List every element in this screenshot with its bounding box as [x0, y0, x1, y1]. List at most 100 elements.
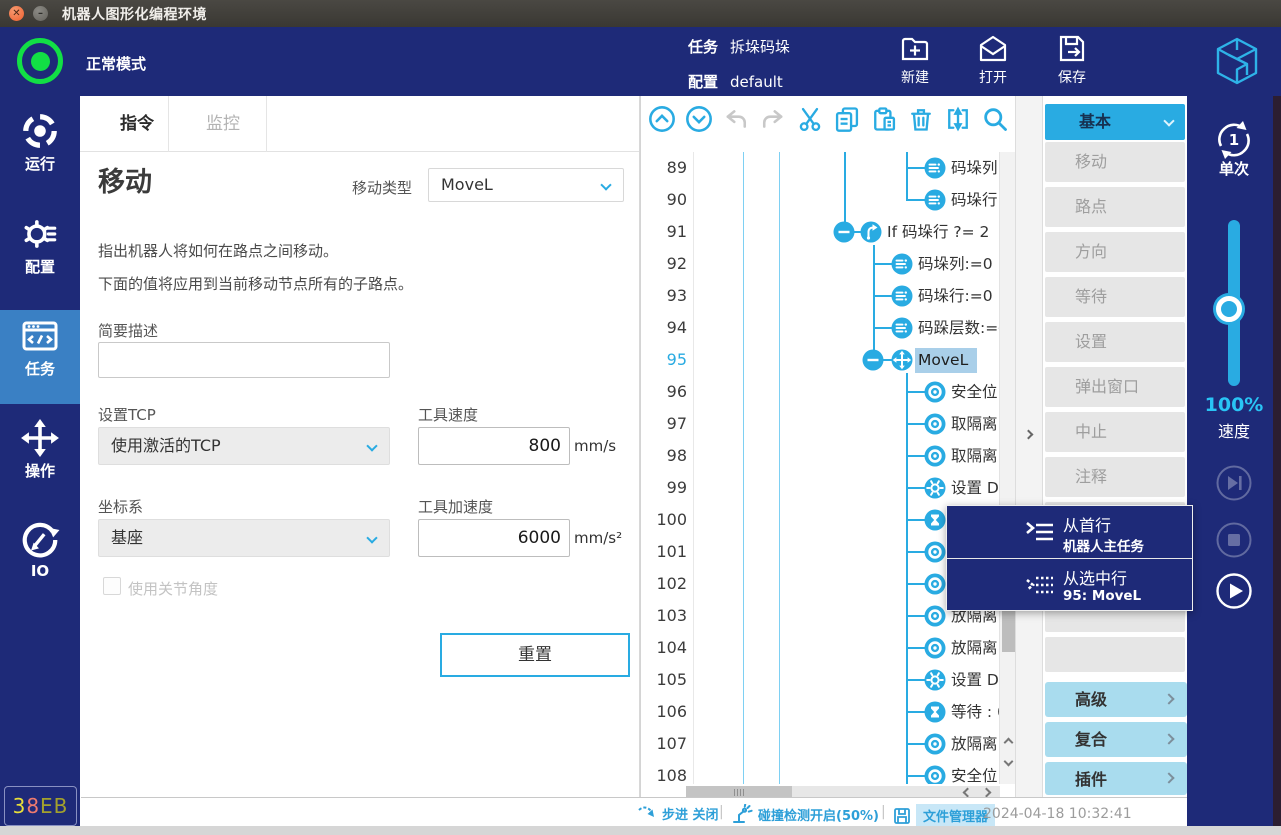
paste-icon[interactable]	[870, 105, 898, 133]
line-number: 99	[641, 472, 687, 504]
status-bar: 步进 关闭 | 碰撞检测开启(50%) | 文件管理器 2024-04-18 1…	[81, 797, 1187, 826]
speed-slider-knob[interactable]	[1216, 296, 1242, 322]
redo-icon[interactable]	[759, 105, 787, 133]
page-title: 移动	[98, 160, 152, 199]
nav-item-run[interactable]: 运行	[0, 105, 80, 199]
brief-input[interactable]	[98, 342, 390, 378]
copy-icon[interactable]	[833, 105, 861, 133]
code-window-icon	[0, 316, 80, 356]
assign-node-icon	[891, 317, 913, 339]
stop-button[interactable]	[1216, 522, 1252, 558]
tool-accel-input[interactable]	[418, 519, 570, 557]
loop-count: 1	[1212, 131, 1256, 149]
tab-monitor[interactable]: 监控	[180, 96, 266, 152]
new-task-button[interactable]: 新建	[883, 33, 947, 87]
file-manager-button[interactable]: 文件管理器	[893, 804, 995, 827]
expand-panel-button[interactable]	[1020, 424, 1040, 444]
move-down-icon[interactable]	[685, 105, 713, 133]
tree-row[interactable]: 106等待 : 0	[641, 696, 1000, 728]
nav-item-jog[interactable]: 操作	[0, 412, 80, 506]
nav-item-io[interactable]: IO	[0, 514, 80, 608]
step-forward-button[interactable]	[1216, 465, 1252, 501]
speed-label: 速度	[1191, 418, 1277, 442]
close-icon[interactable]: ✕	[9, 6, 24, 21]
node-label: 取隔离	[951, 440, 998, 472]
tree-connector	[873, 295, 892, 297]
composite-commands-button[interactable]: 复合	[1045, 722, 1187, 757]
advanced-commands-button[interactable]: 高级	[1045, 682, 1187, 717]
waypoint-node-icon	[924, 381, 946, 403]
open-task-button[interactable]: 打开	[961, 33, 1025, 87]
tree-row[interactable]: 95MoveL	[641, 344, 1000, 376]
tree-row[interactable]: 94码跺层数:=码	[641, 312, 1000, 344]
command-item-popup[interactable]: 弹出窗口	[1045, 367, 1185, 407]
line-number: 108	[641, 760, 687, 784]
search-icon[interactable]	[981, 105, 1009, 133]
tree-row[interactable]: 107放隔离	[641, 728, 1000, 760]
command-item-hidden[interactable]	[1045, 637, 1185, 672]
move-up-icon[interactable]	[648, 105, 676, 133]
run-from-top-item[interactable]: 从首行 机器人主任务	[947, 506, 1192, 558]
chevron-down-icon	[366, 532, 377, 543]
save-task-button[interactable]: 保存	[1040, 33, 1104, 87]
selected-node-highlight: MoveL	[915, 348, 977, 373]
step-mode-status[interactable]: 步进 关闭	[637, 804, 719, 823]
line-number: 90	[641, 184, 687, 216]
move-type-select[interactable]: MoveL	[428, 168, 624, 202]
tree-row[interactable]: 97取隔离	[641, 408, 1000, 440]
node-label: If 码垛行 ?= 2	[887, 216, 989, 248]
waypoint-node-icon	[924, 733, 946, 755]
command-category-select[interactable]: 基本	[1045, 104, 1185, 140]
minimize-icon[interactable]: –	[33, 6, 48, 21]
wait-node-icon	[924, 701, 946, 723]
move-arrows-icon	[0, 418, 80, 458]
tcp-select[interactable]: 使用激活的TCP	[98, 427, 390, 465]
fold-icon[interactable]	[944, 105, 972, 133]
tree-row[interactable]: 96安全位	[641, 376, 1000, 408]
new-file-icon	[883, 33, 947, 65]
assign-node-icon	[924, 189, 946, 211]
joint-angle-checkbox[interactable]	[103, 577, 121, 595]
collapse-minus-icon[interactable]	[833, 221, 855, 243]
command-item-abort[interactable]: 中止	[1045, 412, 1185, 452]
tree-row[interactable]: 92码垛列:=0	[641, 248, 1000, 280]
tree-row[interactable]: 89码垛列	[641, 152, 1000, 184]
delete-icon[interactable]	[907, 105, 935, 133]
plugin-commands-button[interactable]: 插件	[1045, 762, 1187, 795]
command-item-move[interactable]: 移动	[1045, 142, 1185, 182]
chevron-right-icon	[1163, 693, 1174, 704]
tree-row[interactable]: 91If 码垛行 ?= 2	[641, 216, 1000, 248]
tree-vertical-scrollbar[interactable]	[999, 152, 1016, 784]
window-title: 机器人图形化编程环境	[62, 4, 207, 24]
cut-icon[interactable]	[796, 105, 824, 133]
command-item-direction[interactable]: 方向	[1045, 232, 1185, 272]
command-item-set[interactable]: 设置	[1045, 322, 1185, 362]
tree-connector	[906, 423, 925, 425]
frame-select[interactable]: 基座	[98, 519, 390, 557]
nav-item-config[interactable]: 配置	[0, 208, 80, 302]
collapse-minus-icon[interactable]	[862, 349, 884, 371]
tree-row[interactable]: 90码垛行	[641, 184, 1000, 216]
collision-detect-status[interactable]: 碰撞检测开启(50%)	[731, 804, 879, 824]
tree-row[interactable]: 98取隔离	[641, 440, 1000, 472]
run-from-selected-item[interactable]: 从选中行 95: MoveL	[947, 559, 1192, 611]
command-item-wait[interactable]: 等待	[1045, 277, 1185, 317]
reset-button[interactable]: 重置	[440, 633, 630, 677]
nav-item-task[interactable]: 任务	[0, 310, 80, 404]
command-item-comment[interactable]: 注释	[1045, 457, 1185, 497]
branch-node-icon	[860, 221, 882, 243]
hex-badge-part: 8	[26, 794, 40, 818]
tree-row[interactable]: 105设置 DO	[641, 664, 1000, 696]
tree-row[interactable]: 93码垛行:=0	[641, 280, 1000, 312]
mode-indicator-icon	[17, 38, 63, 84]
play-button[interactable]	[1216, 573, 1252, 609]
tree-connector	[906, 487, 925, 489]
tree-row[interactable]: 108安全位	[641, 760, 1000, 784]
tree-row[interactable]: 104放隔离	[641, 632, 1000, 664]
loop-once-icon[interactable]: 1	[1212, 118, 1256, 162]
undo-icon[interactable]	[722, 105, 750, 133]
move-node-icon	[891, 349, 913, 371]
tree-row[interactable]: 99设置 DO	[641, 472, 1000, 504]
tool-speed-input[interactable]	[418, 427, 570, 465]
command-item-waypoint[interactable]: 路点	[1045, 187, 1185, 227]
